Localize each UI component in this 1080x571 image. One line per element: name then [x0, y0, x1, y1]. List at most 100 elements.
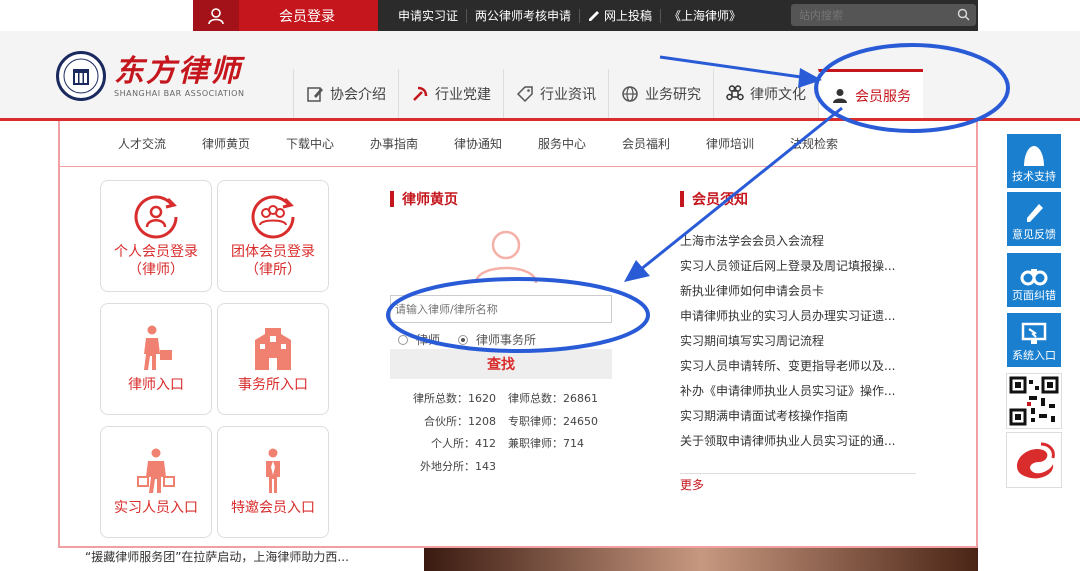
- nav-industry-news[interactable]: 行业资讯: [503, 69, 608, 119]
- tile-intern-entry[interactable]: 实习人员入口: [100, 426, 212, 538]
- notice-item[interactable]: 关于领取申请律师执业人员实习证的通...: [680, 429, 920, 454]
- subnav-guide[interactable]: 办事指南: [352, 135, 436, 152]
- top-bar: 会员登录 申请实习证 两公律师考核申请 网上投稿 《上海律师》: [0, 0, 1080, 31]
- party-icon: [413, 86, 428, 101]
- side-tech-support[interactable]: 技术支持: [1006, 133, 1062, 189]
- notice-item[interactable]: 实习期满申请面试考核操作指南: [680, 404, 920, 429]
- nav-label: 协会介绍: [330, 87, 386, 103]
- tile-lawyer-entry[interactable]: 律师入口: [100, 303, 212, 415]
- lawyer-icon: [144, 325, 172, 370]
- subnav-member-benefits[interactable]: 会员福利: [604, 135, 688, 152]
- member-login-label: 会员登录: [279, 8, 335, 25]
- tile-firm-entry[interactable]: 事务所入口: [217, 303, 329, 415]
- notice-item[interactable]: 实习人员申请转所、变更指导老师以及...: [680, 354, 920, 379]
- yellow-pages-title: 律师黄页: [390, 189, 458, 209]
- nav-label: 行业党建: [435, 87, 491, 103]
- notice-item[interactable]: 实习人员领证后网上登录及周记填报操...: [680, 254, 920, 279]
- title-bar: [680, 191, 684, 207]
- globe-icon: [622, 86, 638, 102]
- notice-item[interactable]: 申请律师执业的实习人员办理实习证遗...: [680, 304, 920, 329]
- nav-party-building[interactable]: 行业党建: [398, 69, 503, 119]
- nav-association-intro[interactable]: 协会介绍: [293, 69, 398, 119]
- search-input[interactable]: [791, 4, 941, 27]
- tile-personal-member-login[interactable]: 个人会员登录 （律师）: [100, 180, 212, 292]
- nav-business-research[interactable]: 业务研究: [608, 69, 713, 119]
- weibo-logo-icon[interactable]: [1006, 432, 1062, 488]
- title-bar: [390, 191, 394, 207]
- tile-label: 律师入口: [128, 377, 184, 393]
- tile-label: 团体会员登录 （律所）: [231, 244, 315, 278]
- site-logo[interactable]: 东方律师 SHANGHAI BAR ASSOCIATION: [56, 51, 244, 101]
- notice-item[interactable]: 补办《申请律师执业人员实习证》操作...: [680, 379, 920, 404]
- nav-label: 律师文化: [750, 87, 806, 103]
- subnav-training[interactable]: 律师培训: [688, 135, 772, 152]
- nav-lawyer-culture[interactable]: 律师文化: [713, 69, 818, 119]
- news-headline[interactable]: “援藏律师服务团”在拉萨启动，上海律师助力西...: [85, 548, 349, 565]
- pen-icon: [1027, 204, 1043, 222]
- notice-item[interactable]: 新执业律师如何申请会员卡: [680, 279, 920, 304]
- user-icon: [193, 0, 239, 31]
- search-icon[interactable]: [957, 8, 970, 21]
- side-system-entry[interactable]: 系统入口: [1006, 312, 1062, 368]
- radio-button-selected[interactable]: [458, 334, 469, 345]
- tile-label: 实习人员入口: [114, 500, 198, 516]
- subnav-yellow-pages[interactable]: 律师黄页: [184, 135, 268, 152]
- top-link-intern-cert[interactable]: 申请实习证: [390, 8, 468, 23]
- tag-icon: [516, 86, 533, 103]
- command-icon: [726, 85, 744, 101]
- side-feedback[interactable]: 意见反馈: [1006, 191, 1062, 247]
- pen-icon: [589, 10, 600, 21]
- nav-label: 行业资讯: [540, 87, 596, 103]
- monitor-icon: [1021, 322, 1047, 344]
- top-links: 申请实习证 两公律师考核申请 网上投稿 《上海律师》: [390, 0, 749, 31]
- top-link-magazine[interactable]: 《上海律师》: [661, 9, 749, 23]
- subnav-service-center[interactable]: 服务中心: [520, 135, 604, 152]
- main-nav: 协会介绍 行业党建 行业资讯 业务研究 律师文化 会员服务: [293, 69, 923, 119]
- search-box: [791, 4, 976, 27]
- subnav-talent-exchange[interactable]: 人才交流: [100, 135, 184, 152]
- stat-branch-offices: 外地分所：143: [420, 459, 496, 473]
- member-notice-title: 会员须知: [680, 189, 748, 209]
- radio-button[interactable]: [398, 334, 408, 345]
- news-banner-image[interactable]: [424, 548, 978, 571]
- nav-member-services[interactable]: 会员服务: [818, 69, 923, 119]
- member-notice-title-text: 会员须知: [692, 192, 748, 208]
- logo-chinese-name: 东方律师: [114, 53, 242, 89]
- lawyer-firm-search-input[interactable]: [390, 295, 612, 323]
- stat-parttime-lawyers: 兼职律师：714: [508, 437, 584, 451]
- stat-lawyer-total: 律师总数：26861: [508, 392, 598, 406]
- notice-item[interactable]: 实习期间填写实习周记流程: [680, 329, 920, 354]
- side-label: 系统入口: [1012, 349, 1056, 362]
- support-icon: [1024, 146, 1044, 166]
- sub-nav: 人才交流 律师黄页 下载中心 办事指南 律协通知 服务中心 会员福利 律师培训 …: [60, 121, 976, 167]
- find-button[interactable]: 查找: [390, 349, 612, 379]
- subnav-notices[interactable]: 律协通知: [436, 135, 520, 152]
- radio-label: 律师事务所: [476, 333, 537, 347]
- subnav-law-search[interactable]: 法规检索: [772, 135, 856, 152]
- member-login-button[interactable]: 会员登录: [193, 0, 378, 31]
- binoculars-icon: [1020, 269, 1048, 286]
- stat-partnership-firms: 合伙所：1208: [424, 414, 496, 428]
- tile-label: 事务所入口: [238, 377, 308, 393]
- notice-item[interactable]: 上海市法学会会员入会流程: [680, 229, 920, 254]
- side-page-error[interactable]: 页面纠错: [1006, 252, 1062, 308]
- notice-list: 上海市法学会会员入会流程 实习人员领证后网上登录及周记填报操... 新执业律师如…: [680, 229, 920, 454]
- user-icon: [833, 88, 847, 103]
- side-label: 意见反馈: [1012, 228, 1056, 241]
- top-link-submit[interactable]: 网上投稿: [580, 8, 662, 23]
- radio-law-firm[interactable]: 律师事务所: [458, 331, 536, 348]
- building-icon: [255, 328, 291, 370]
- radio-label: 律师: [416, 333, 441, 347]
- group-login-icon: [251, 195, 295, 239]
- tile-group-member-login[interactable]: 团体会员登录 （律所）: [217, 180, 329, 292]
- side-label: 技术支持: [1012, 170, 1056, 183]
- more-link[interactable]: 更多: [680, 476, 704, 493]
- tile-special-member-entry[interactable]: 特邀会员入口: [217, 426, 329, 538]
- subnav-downloads[interactable]: 下载中心: [268, 135, 352, 152]
- radio-lawyer[interactable]: 律师: [398, 331, 440, 348]
- person-login-icon: [134, 195, 178, 239]
- top-link-assessment[interactable]: 两公律师考核申请: [467, 8, 581, 23]
- tile-label: 特邀会员入口: [231, 500, 315, 516]
- yellow-pages-title-text: 律师黄页: [402, 192, 458, 208]
- site-header: 东方律师 SHANGHAI BAR ASSOCIATION 协会介绍 行业党建 …: [0, 31, 1080, 119]
